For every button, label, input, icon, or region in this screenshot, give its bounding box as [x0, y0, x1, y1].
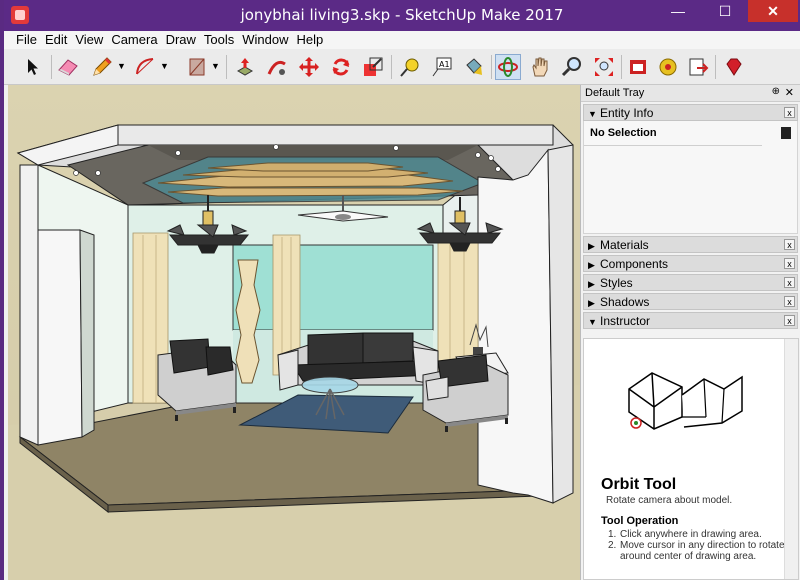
instructor-scrollbar[interactable] [784, 339, 798, 579]
follow-me-icon[interactable] [264, 54, 290, 80]
tray-title: Default Tray [585, 87, 645, 99]
menu-window[interactable]: Window [238, 31, 292, 47]
panel-close-icon[interactable]: x [784, 107, 795, 118]
panel-close-icon[interactable]: x [784, 277, 795, 288]
tray-header: Default Tray ⊕ ✕ [581, 85, 800, 102]
right-column [477, 148, 554, 504]
expand-arrow-icon: ▼ [588, 109, 597, 119]
panel-components-label: Components [600, 257, 669, 271]
instructor-step: 1. Click anywhere in drawing area. [608, 529, 762, 540]
panel-close-icon[interactable]: x [784, 258, 795, 269]
panel-shadows-label: Shadows [600, 295, 650, 309]
panel-close-icon[interactable]: x [784, 315, 795, 326]
paint-bucket-icon[interactable] [461, 54, 487, 80]
pencil-icon[interactable] [89, 54, 115, 80]
zoom-extents-icon[interactable] [591, 54, 617, 80]
pin-icon[interactable]: ⊕ [772, 86, 780, 97]
large-toolset-toolbar: ▼ ▼ ▼ A1 [4, 49, 800, 85]
orbit-illustration [628, 372, 743, 430]
maximize-button[interactable]: ☐ [703, 0, 747, 22]
arc-dropdown-icon[interactable]: ▼ [160, 61, 169, 71]
panel-materials-header[interactable]: ▶ Materials x [583, 236, 798, 253]
instructor-tool-desc: Rotate camera about model. [606, 495, 733, 506]
extension-icon[interactable] [655, 54, 681, 80]
rotate-icon[interactable] [328, 54, 354, 80]
orbit-icon[interactable] [495, 54, 521, 80]
selection-status: No Selection [584, 121, 762, 146]
arc-icon[interactable] [132, 54, 158, 80]
instructor-operation-heading: Tool Operation [601, 515, 679, 527]
panel-entity-info-label: Entity Info [600, 106, 654, 120]
panel-close-icon[interactable]: x [784, 239, 795, 250]
minimize-button[interactable]: — [656, 0, 700, 22]
share-model-icon[interactable] [685, 54, 711, 80]
menu-tools[interactable]: Tools [200, 31, 238, 47]
zoom-icon[interactable] [559, 54, 585, 80]
entity-info-body: No Selection [583, 121, 798, 234]
menu-help[interactable]: Help [293, 31, 328, 47]
close-button[interactable]: ✕ [748, 0, 798, 22]
menu-draw[interactable]: Draw [162, 31, 200, 47]
pan-icon[interactable] [527, 54, 553, 80]
collapse-arrow-icon: ▶ [588, 241, 595, 251]
panel-instructor-header[interactable]: ▼ Instructor x [583, 312, 798, 329]
instructor-step: 2. Move cursor in any direction to rotate… [608, 540, 785, 562]
sketchup-window: jonybhai living3.skp - SketchUp Make 201… [4, 0, 800, 580]
panel-instructor-label: Instructor [600, 314, 651, 328]
panel-components-header[interactable]: ▶ Components x [583, 255, 798, 272]
instructor-body: Orbit Tool Rotate camera about model. To… [583, 338, 799, 580]
panel-styles-header[interactable]: ▶ Styles x [583, 274, 798, 291]
title-bar: jonybhai living3.skp - SketchUp Make 201… [4, 0, 800, 31]
collapse-arrow-icon: ▶ [588, 260, 595, 270]
panel-close-icon[interactable]: x [784, 296, 795, 307]
move-icon[interactable] [296, 54, 322, 80]
svg-text:A1: A1 [439, 60, 450, 69]
expand-arrow-icon: ▼ [588, 317, 597, 327]
panel-entity-info-header[interactable]: ▼ Entity Info x [583, 104, 798, 121]
text-icon[interactable]: A1 [429, 54, 455, 80]
push-pull-icon[interactable] [232, 54, 258, 80]
tray-close-icon[interactable]: ✕ [785, 86, 794, 99]
details-toggle-icon[interactable] [781, 127, 791, 139]
collapse-arrow-icon: ▶ [588, 298, 595, 308]
select-icon[interactable] [20, 54, 46, 80]
menu-bar: File Edit View Camera Draw Tools Window Help [4, 31, 800, 49]
modeling-viewport[interactable] [8, 85, 580, 580]
ruby-icon[interactable] [721, 54, 747, 80]
instructor-steps: 1. Click anywhere in drawing area. 2. Move… [608, 529, 788, 562]
shapes-icon[interactable] [184, 54, 210, 80]
menu-camera[interactable]: Camera [107, 31, 161, 47]
menu-file[interactable]: File [12, 31, 41, 47]
left-door-frame [37, 229, 83, 446]
menu-view[interactable]: View [71, 31, 107, 47]
tape-measure-icon[interactable] [397, 54, 423, 80]
shapes-dropdown-icon[interactable]: ▼ [211, 61, 220, 71]
default-tray: Default Tray ⊕ ✕ ▼ Entity Info x No Selec… [580, 85, 800, 580]
scale-icon[interactable] [360, 54, 386, 80]
warehouse-icon[interactable] [625, 54, 651, 80]
panel-styles-label: Styles [600, 276, 633, 290]
panel-materials-label: Materials [600, 238, 649, 252]
living-room-3d-model [8, 85, 580, 580]
panel-shadows-header[interactable]: ▶ Shadows x [583, 293, 798, 310]
eraser-icon[interactable] [55, 54, 81, 80]
menu-edit[interactable]: Edit [41, 31, 71, 47]
collapse-arrow-icon: ▶ [588, 279, 595, 289]
back-window [232, 244, 434, 331]
instructor-tool-name: Orbit Tool [601, 476, 677, 493]
pencil-dropdown-icon[interactable]: ▼ [117, 61, 126, 71]
